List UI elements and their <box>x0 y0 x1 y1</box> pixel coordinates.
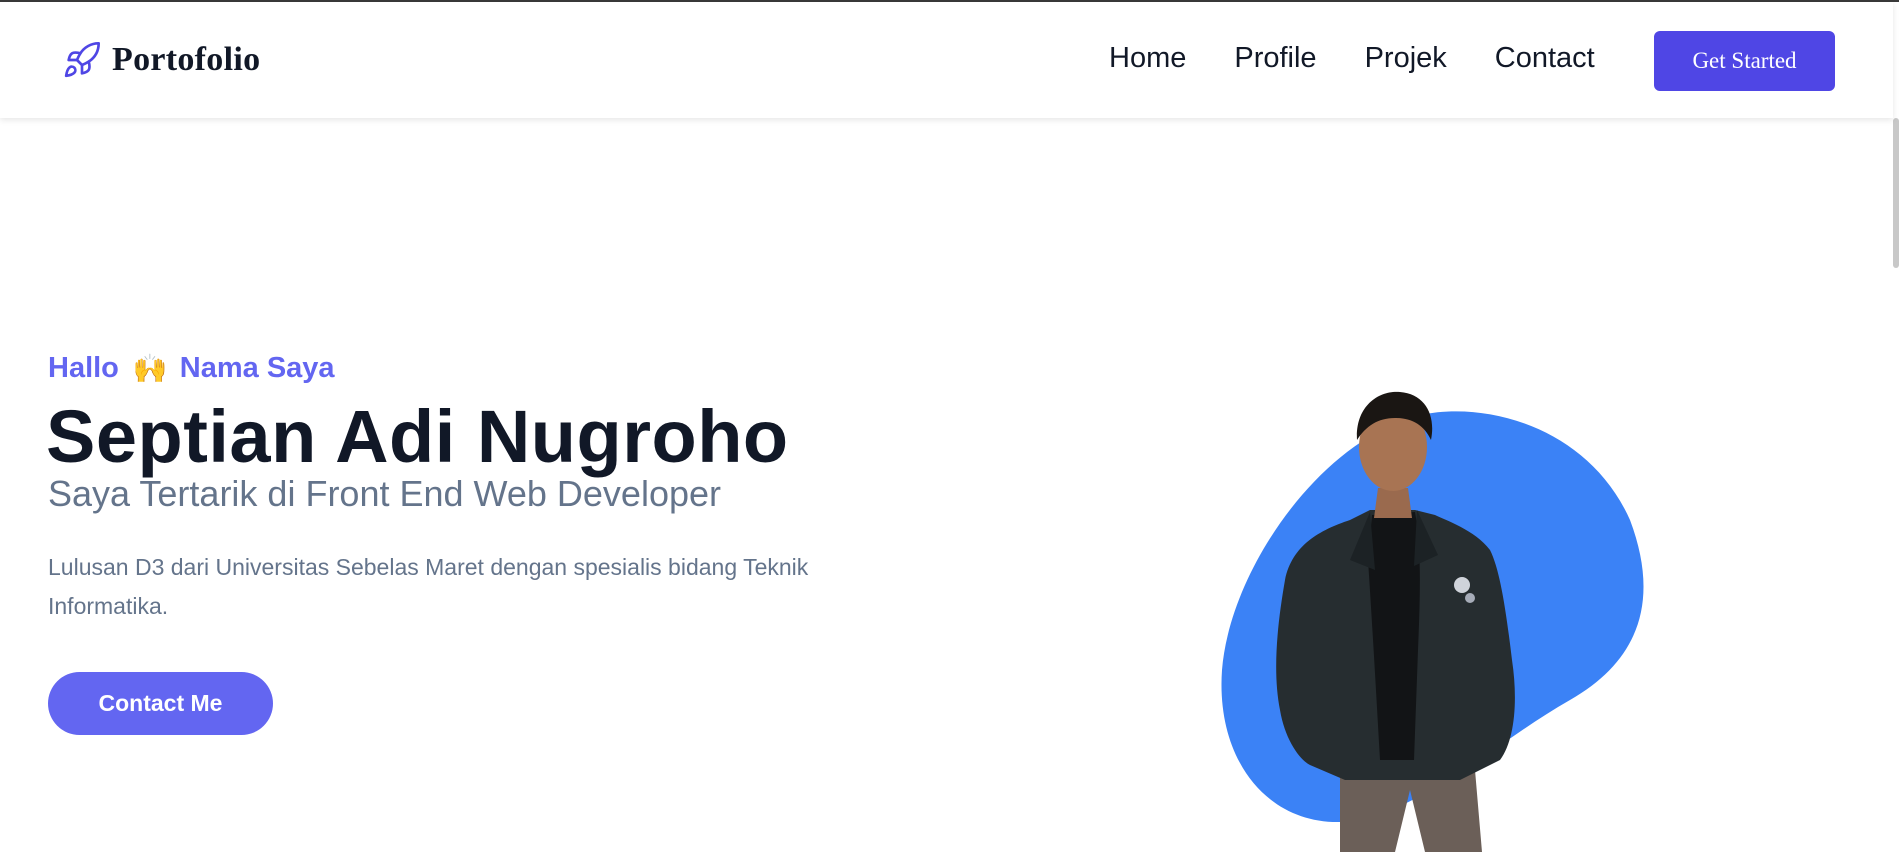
hero-portrait <box>1200 370 1660 852</box>
nav-menu: Home Profile Projek Contact <box>1109 42 1643 75</box>
brand[interactable]: Portofolio <box>62 40 260 80</box>
contact-me-button[interactable]: Contact Me <box>48 672 273 735</box>
nav-link-contact[interactable]: Contact <box>1495 42 1595 75</box>
greeting-nama-saya: Nama Saya <box>179 352 335 384</box>
get-started-button[interactable]: Get Started <box>1654 31 1835 91</box>
nav-link-profile[interactable]: Profile <box>1234 42 1316 75</box>
hero-greeting: Hallo 🙌 Nama Saya <box>48 352 335 385</box>
raising-hands-icon: 🙌 <box>132 353 168 384</box>
rocket-icon <box>62 40 102 80</box>
navbar: Portofolio Home Profile Projek Contact G… <box>0 2 1893 118</box>
hero-description: Lulusan D3 dari Universitas Sebelas Mare… <box>48 554 809 619</box>
scrollbar-thumb[interactable] <box>1893 118 1899 268</box>
nav-link-projek[interactable]: Projek <box>1365 42 1447 75</box>
nav-link-home[interactable]: Home <box>1109 42 1186 75</box>
greeting-hallo: Hallo <box>48 352 119 384</box>
brand-name: Portofolio <box>112 41 261 78</box>
hero-subtitle: Saya Tertarik di Front End Web Developer <box>48 473 721 514</box>
hero-name: Septian Adi Nugroho <box>46 395 789 478</box>
